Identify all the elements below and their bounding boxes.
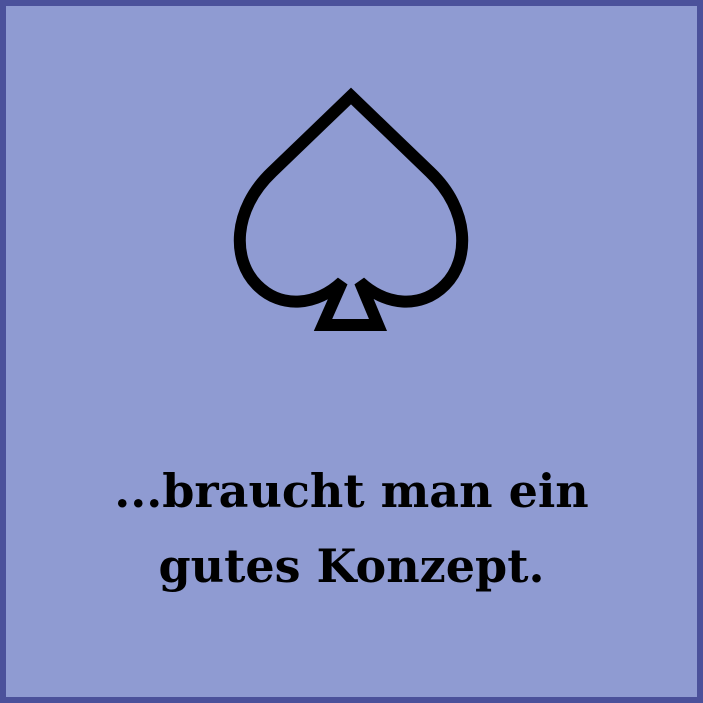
caption-line-1: ...braucht man ein	[114, 464, 589, 518]
caption-line-2: gutes Konzept.	[158, 539, 545, 593]
caption: ...braucht man ein gutes Konzept.	[6, 454, 697, 604]
card: ...braucht man ein gutes Konzept.	[0, 0, 703, 703]
